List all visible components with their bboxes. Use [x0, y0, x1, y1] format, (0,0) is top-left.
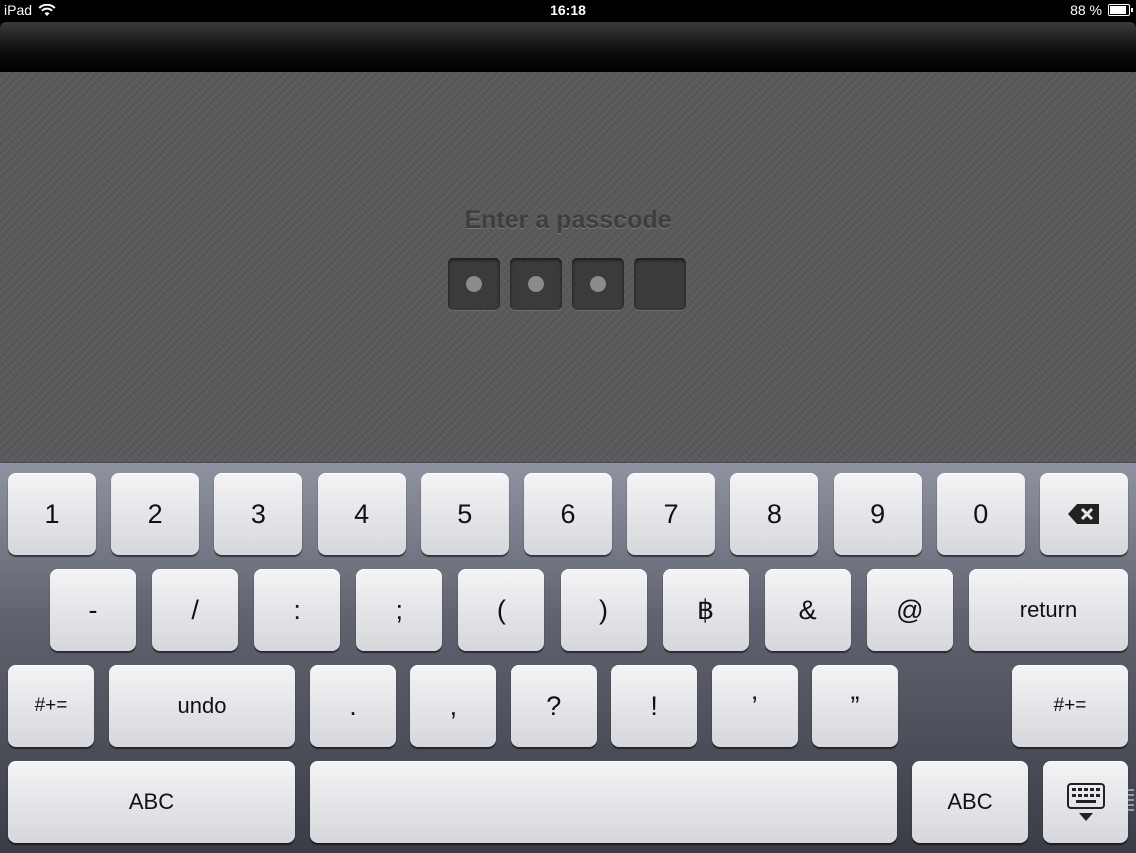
key-punct-1[interactable]: ,: [410, 665, 497, 747]
key-punct-2[interactable]: ?: [510, 665, 597, 747]
hide-keyboard-button[interactable]: [1043, 761, 1128, 843]
key-punct-5[interactable]: ”: [812, 665, 898, 747]
passcode-title: Enter a passcode: [464, 206, 672, 234]
key-punct-3[interactable]: !: [611, 665, 698, 747]
undo-button[interactable]: undo: [109, 665, 295, 747]
more-symbols-button-left[interactable]: #+=: [8, 665, 94, 747]
key-6[interactable]: 6: [524, 473, 612, 555]
key-symbol-1[interactable]: /: [152, 569, 239, 651]
return-button[interactable]: return: [969, 569, 1128, 651]
key-symbol-5[interactable]: ): [560, 569, 647, 651]
key-symbol-7[interactable]: &: [764, 569, 851, 651]
delete-button[interactable]: [1040, 473, 1128, 555]
backspace-icon: [1068, 504, 1099, 524]
passcode-digit-box: [510, 258, 562, 310]
navigation-bar: [0, 22, 1136, 72]
status-right: 88 %: [1070, 2, 1133, 18]
status-bar: iPad 16:18 88 %: [0, 0, 1136, 22]
status-time: 16:18: [550, 2, 586, 18]
key-3[interactable]: 3: [214, 473, 303, 555]
key-symbol-3[interactable]: ;: [356, 569, 443, 651]
key-5[interactable]: 5: [420, 473, 509, 555]
passcode-dot: [528, 276, 544, 292]
battery-icon: [1108, 4, 1133, 16]
key-punct-4[interactable]: ’: [711, 665, 798, 747]
key-symbol-6[interactable]: ฿: [662, 569, 749, 651]
battery-percent: 88 %: [1070, 2, 1102, 18]
more-symbols-button-right[interactable]: #+=: [1012, 665, 1128, 747]
battery-fill: [1110, 6, 1126, 14]
keyboard-hide-icon: [1066, 783, 1105, 821]
passcode-digit-boxes[interactable]: [448, 258, 686, 310]
passcode-digit-box: [448, 258, 500, 310]
key-symbol-2[interactable]: :: [254, 569, 341, 651]
key-punct-0[interactable]: .: [310, 665, 396, 747]
passcode-dot: [466, 276, 482, 292]
key-8[interactable]: 8: [730, 473, 819, 555]
key-7[interactable]: 7: [627, 473, 716, 555]
passcode-dot: [590, 276, 606, 292]
key-0[interactable]: 0: [936, 473, 1025, 555]
abc-button-left[interactable]: ABC: [8, 761, 295, 843]
passcode-digit-box: [634, 258, 686, 310]
abc-button-right[interactable]: ABC: [912, 761, 1028, 843]
key-symbol-4[interactable]: (: [458, 569, 545, 651]
passcode-area: Enter a passcode: [0, 72, 1136, 462]
key-4[interactable]: 4: [317, 473, 406, 555]
key-symbol-0[interactable]: -: [50, 569, 136, 651]
space-bar[interactable]: [310, 761, 897, 843]
key-9[interactable]: 9: [833, 473, 922, 555]
keyboard: 1 2 3 4 5 6 7 8 9 0- /:;() ฿ & @ return #+= undo.,?!’” #+…: [0, 462, 1136, 853]
key-1[interactable]: 1: [8, 473, 96, 555]
key-symbol-8[interactable]: @: [866, 569, 953, 651]
passcode-digit-box: [572, 258, 624, 310]
key-2[interactable]: 2: [111, 473, 200, 555]
